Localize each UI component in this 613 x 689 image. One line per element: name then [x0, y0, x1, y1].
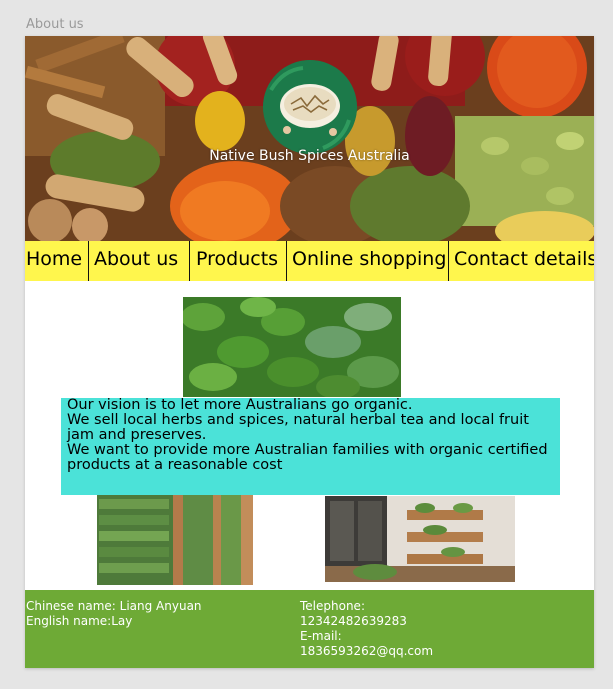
email-address[interactable]: 1836593262@qq.com [300, 644, 433, 659]
telephone-label: Telephone: [300, 599, 365, 613]
spice-bowl-icon [263, 60, 357, 154]
nav-item-products[interactable]: Products [190, 241, 287, 281]
vision-line-1: Our vision is to let more Australians go… [67, 397, 413, 413]
vertical-garden-image [97, 495, 253, 585]
nav-item-home[interactable]: Home [25, 241, 89, 281]
vision-statement: Our vision is to let more Australians go… [61, 398, 560, 495]
email-label: E-mail: [300, 629, 342, 643]
brand-logo[interactable] [263, 60, 357, 154]
footer: Chinese name: Liang Anyuan English name:… [25, 590, 594, 668]
frame-title: About us [26, 17, 84, 32]
page-frame: Native Bush Spices Australia Home About … [25, 36, 594, 668]
telephone-number[interactable]: 12342482639283 [300, 614, 433, 629]
nav-item-online-shopping[interactable]: Online shopping [287, 241, 449, 281]
nav-item-contact-details[interactable]: Contact details [449, 241, 594, 281]
wall-planter-image [325, 496, 515, 582]
vision-line-3: We want to provide more Australian famil… [67, 442, 548, 473]
english-name: English name:Lay [26, 614, 133, 628]
footer-contact: Telephone: 12342482639283 E-mail: 183659… [300, 599, 433, 659]
main-nav: Home About us Products Online shopping C… [25, 241, 594, 281]
herbs-image [183, 297, 401, 397]
hero-banner: Native Bush Spices Australia [25, 36, 594, 241]
chinese-name: Chinese name: Liang Anyuan [26, 599, 202, 613]
footer-names: Chinese name: Liang Anyuan English name:… [26, 599, 202, 629]
brand-name: Native Bush Spices Australia [209, 148, 410, 164]
vision-line-2: We sell local herbs and spices, natural … [67, 412, 529, 443]
nav-item-about-us[interactable]: About us [89, 241, 190, 281]
